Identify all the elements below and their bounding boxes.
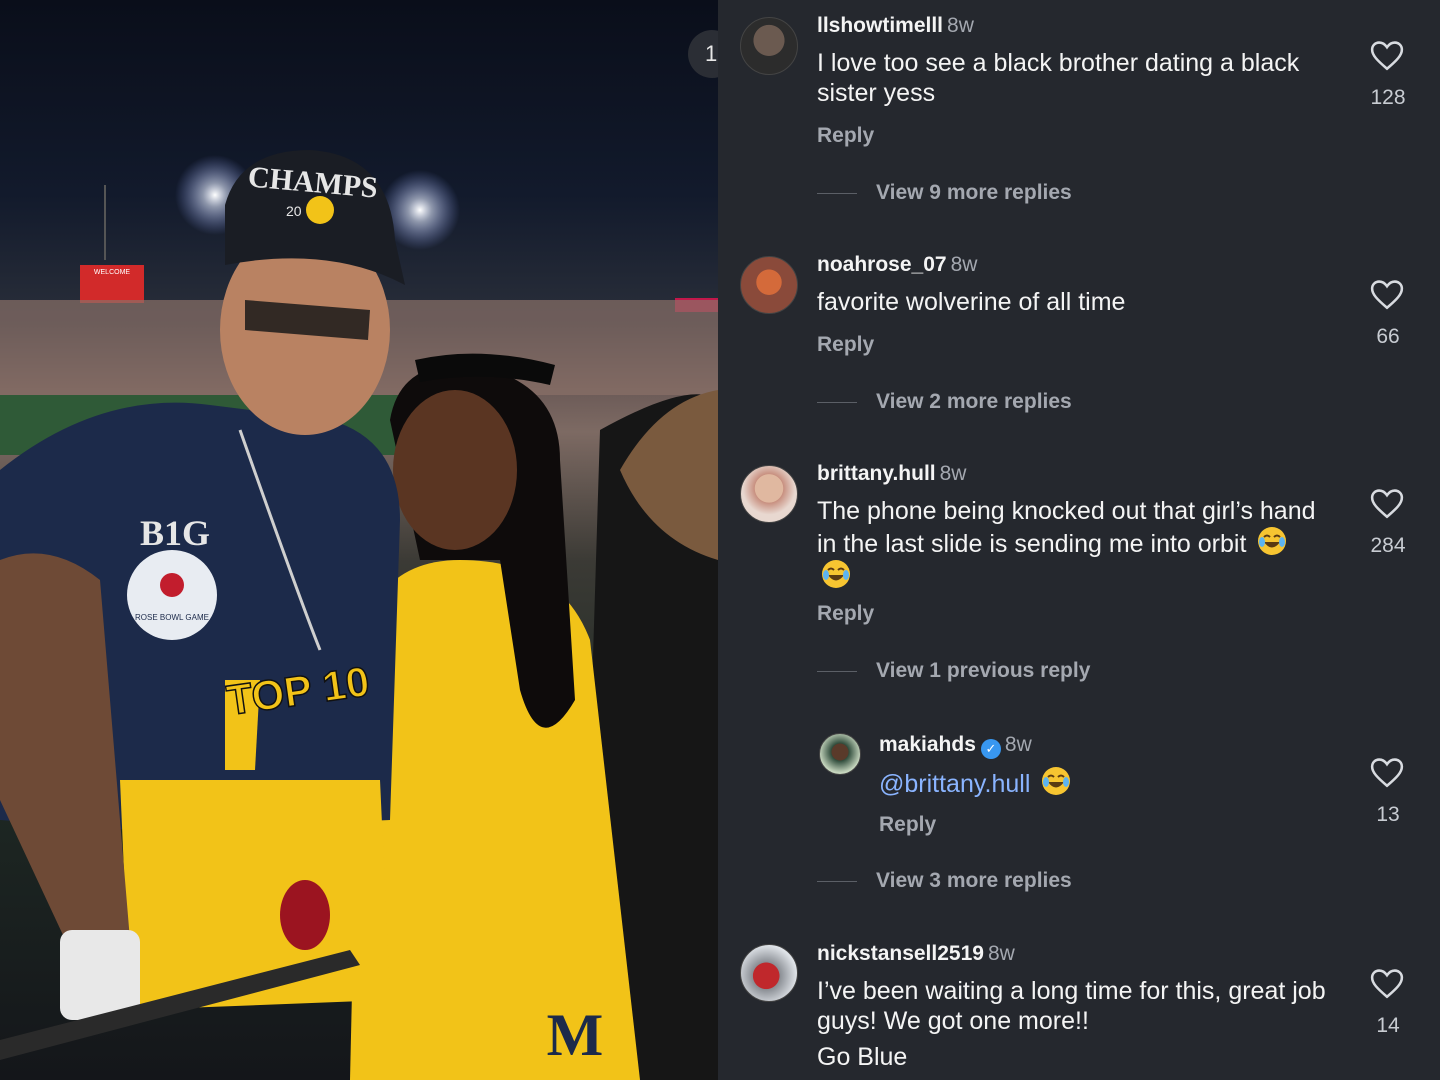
comment-text-body: The phone being knocked out that girl’s …: [817, 497, 1316, 558]
jersey-logo: B1G: [140, 513, 210, 553]
cap-year: 20: [286, 203, 302, 219]
jacket-logo: M: [547, 1002, 604, 1068]
avatar[interactable]: [819, 733, 861, 775]
username[interactable]: brittany.hull: [817, 462, 936, 485]
like-count: 128: [1370, 86, 1406, 109]
user-mention[interactable]: @brittany.hull: [879, 770, 1030, 798]
avatar[interactable]: [740, 17, 798, 75]
heart-icon[interactable]: [1370, 757, 1404, 789]
comment-text-line: I’ve been waiting a long time for this, …: [817, 977, 1326, 1035]
username[interactable]: llshowtimelll: [817, 14, 943, 37]
heart-icon[interactable]: [1370, 488, 1404, 520]
comment-text-line: Go Blue: [817, 1043, 908, 1071]
woman-face: [393, 390, 517, 550]
patch-text: ROSE BOWL GAME: [135, 613, 209, 622]
avatar[interactable]: [740, 256, 798, 314]
comment-text: I love too see a black brother dating a …: [817, 49, 1300, 107]
username[interactable]: noahrose_07: [817, 253, 947, 276]
comment-header: noahrose_07 8w: [817, 253, 977, 277]
view-previous-reply[interactable]: View 1 previous reply: [817, 659, 1090, 683]
laughing-emoji-icon: [822, 560, 850, 588]
cap-logo: [306, 196, 334, 224]
comment-text: @brittany.hull: [879, 766, 1329, 799]
like-count: 13: [1376, 803, 1400, 826]
red-rose: [280, 880, 330, 950]
timestamp: 8w: [939, 462, 967, 485]
comment-text: The phone being knocked out that girl’s …: [817, 496, 1317, 592]
view-more-replies-label: View 3 more replies: [876, 869, 1072, 892]
post-photo[interactable]: WELCOME M CHAMPS 20 B1G ROSE BOWL GAME T…: [0, 0, 718, 1080]
like-count: 66: [1376, 325, 1400, 348]
view-more-replies[interactable]: View 9 more replies: [817, 181, 1072, 205]
view-more-replies-label: View 2 more replies: [876, 390, 1072, 413]
comments-panel: llshowtimelll 8w I love too see a black b…: [718, 0, 1440, 1080]
view-more-replies[interactable]: View 2 more replies: [817, 390, 1072, 414]
heart-icon[interactable]: [1370, 968, 1404, 1000]
laughing-emoji-icon: [1042, 767, 1071, 795]
glove: [60, 930, 140, 1020]
view-more-replies-label: View 9 more replies: [876, 181, 1072, 204]
laughing-emoji-icon: [1258, 527, 1287, 555]
comment-text: favorite wolverine of all time: [817, 288, 1126, 316]
photo-illustration: WELCOME M CHAMPS 20 B1G ROSE BOWL GAME T…: [0, 150, 718, 1080]
scoreboard-text: WELCOME: [94, 269, 131, 276]
avatar[interactable]: [740, 465, 798, 523]
reply-button[interactable]: Reply: [817, 124, 874, 148]
heart-icon[interactable]: [1370, 279, 1404, 311]
like-count: 14: [1376, 1014, 1400, 1037]
divider-line: [817, 670, 857, 672]
like-count: 284: [1370, 534, 1406, 557]
timestamp: 8w: [1004, 733, 1032, 756]
reply-button[interactable]: Reply: [817, 602, 874, 626]
comment-header: makiahds ✓ 8w: [879, 733, 1032, 759]
heart-icon[interactable]: [1370, 40, 1404, 72]
view-previous-reply-label: View 1 previous reply: [876, 659, 1091, 682]
username[interactable]: makiahds: [879, 733, 976, 756]
comment-text: I’ve been waiting a long time for this, …: [817, 976, 1337, 1072]
avatar[interactable]: [740, 944, 798, 1002]
reply-button[interactable]: Reply: [879, 813, 936, 837]
rose-icon: [160, 573, 184, 597]
reply-button[interactable]: Reply: [817, 333, 874, 357]
divider-line: [817, 192, 857, 194]
divider-line: [817, 880, 857, 882]
comment-header: nickstansell2519 8w: [817, 942, 1015, 966]
view-more-replies[interactable]: View 3 more replies: [817, 869, 1072, 893]
timestamp: 8w: [987, 942, 1015, 965]
comment-header: brittany.hull 8w: [817, 462, 966, 486]
comment-header: llshowtimelll 8w: [817, 14, 974, 38]
divider-line: [817, 401, 857, 403]
username[interactable]: nickstansell2519: [817, 942, 984, 965]
verified-badge-icon: ✓: [980, 739, 1001, 759]
timestamp: 8w: [950, 253, 978, 276]
timestamp: 8w: [947, 14, 974, 37]
